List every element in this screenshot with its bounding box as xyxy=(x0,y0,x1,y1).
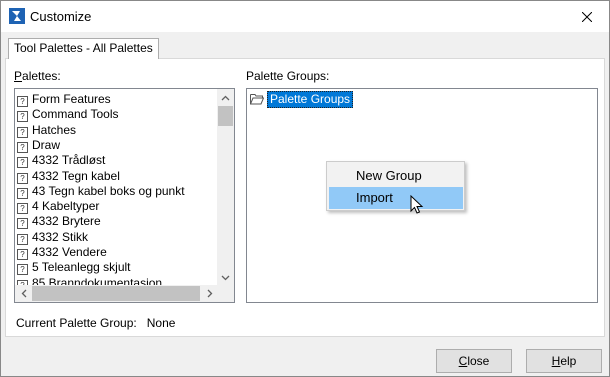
palette-list-item[interactable]: ? Command Tools xyxy=(17,107,119,123)
palette-item-label: 43 Tegn kabel boks og punkt xyxy=(32,183,185,198)
palette-list-item[interactable]: ? 4332 Stikk xyxy=(17,230,88,245)
palette-item-icon: ? xyxy=(17,233,28,245)
palette-list-item[interactable]: ? 4332 Tegn kabel xyxy=(17,169,120,184)
palette-item-label: 4332 Tegn kabel xyxy=(32,168,120,183)
palette-groups-label: Palette Groups: xyxy=(246,69,330,83)
window-close-button[interactable] xyxy=(565,1,609,32)
palette-item-label: 4 Kabeltyper xyxy=(32,199,100,214)
palette-list-item[interactable]: ? 43 Tegn kabel boks og punkt xyxy=(17,184,185,199)
scroll-up-button[interactable] xyxy=(217,89,234,106)
palette-item-icon: ? xyxy=(17,96,28,107)
palette-item-icon: ? xyxy=(17,111,28,123)
palette-item-icon: ? xyxy=(17,249,28,260)
customize-dialog: Customize Tool Palettes - All Palettes P… xyxy=(0,0,610,377)
palette-item-label: 5 Teleanlegg skjult xyxy=(32,260,131,275)
menu-item-new-group[interactable]: New Group xyxy=(329,165,463,187)
palette-list-item[interactable]: ? Draw xyxy=(17,138,60,153)
menu-item-import[interactable]: Import xyxy=(329,187,463,209)
palette-item-icon: ? xyxy=(17,264,28,276)
title-bar: Customize xyxy=(1,1,609,32)
palette-list-item[interactable]: ? 4332 Brytere xyxy=(17,214,101,230)
tab-all-palettes[interactable]: Tool Palettes - All Palettes xyxy=(8,38,159,59)
palette-item-icon: ? xyxy=(17,126,28,138)
scroll-down-button[interactable] xyxy=(217,269,234,286)
help-button[interactable]: Help xyxy=(526,349,602,373)
palette-item-icon: ? xyxy=(17,218,28,230)
current-palette-group-value: None xyxy=(146,316,176,330)
horizontal-scrollbar[interactable] xyxy=(15,285,218,302)
close-button[interactable]: Close xyxy=(436,349,512,373)
palette-list-item[interactable]: ? 5 Teleanlegg skjult xyxy=(17,260,131,276)
palettes-list: ? Form Features? Command Tools? Hatches? Dra… xyxy=(15,89,218,286)
chevron-up-icon xyxy=(221,95,230,100)
mouse-pointer-icon xyxy=(410,195,424,214)
window-title: Customize xyxy=(30,9,92,24)
open-folder-icon xyxy=(250,94,264,105)
current-palette-group-label: Current Palette Group: xyxy=(16,316,137,330)
palette-list-item[interactable]: ? Form Features xyxy=(17,92,111,107)
palette-item-label: 4332 Stikk xyxy=(32,229,89,244)
palette-list-item[interactable]: ? Hatches xyxy=(17,123,76,138)
palettes-listbox[interactable]: ? Form Features? Command Tools? Hatches? Dra… xyxy=(14,88,235,303)
palette-item-label: 4332 Vendere xyxy=(32,245,107,259)
chevron-down-icon xyxy=(221,275,230,280)
palette-item-label: 4332 Brytere xyxy=(32,214,101,229)
tree-node-label: Palette Groups xyxy=(267,90,354,108)
palette-item-icon: ? xyxy=(17,187,28,199)
scrollbar-corner xyxy=(217,285,234,302)
scroll-left-button[interactable] xyxy=(15,285,32,302)
vertical-scroll-thumb[interactable] xyxy=(218,106,233,126)
palette-item-label: Hatches xyxy=(32,122,77,137)
current-palette-group: Current Palette Group: None xyxy=(16,316,175,330)
palette-item-icon: ? xyxy=(17,157,28,169)
palette-item-icon: ? xyxy=(17,172,28,184)
palette-list-item[interactable]: ? 4 Kabeltyper xyxy=(17,199,100,215)
palette-item-label: Draw xyxy=(32,137,61,152)
close-icon xyxy=(582,11,592,22)
palette-list-item[interactable]: ? 4332 Vendere xyxy=(17,245,107,260)
palette-item-label: Form Features xyxy=(32,92,111,106)
palette-item-label: 4332 Trådløst xyxy=(32,153,106,168)
chevron-right-icon xyxy=(207,289,212,298)
palette-item-icon: ? xyxy=(17,203,28,215)
horizontal-scroll-thumb[interactable] xyxy=(32,286,200,301)
chevron-left-icon xyxy=(21,289,26,298)
palette-item-icon: ? xyxy=(17,141,28,153)
scroll-right-button[interactable] xyxy=(201,285,218,302)
app-logo-icon xyxy=(9,8,25,24)
context-menu: New Group Import xyxy=(326,161,465,211)
palettes-label: Palettes: xyxy=(14,69,61,83)
palette-item-label: Command Tools xyxy=(32,107,119,122)
tree-node-palette-groups[interactable]: Palette Groups xyxy=(250,90,354,108)
palette-list-item[interactable]: ? 4332 Trådløst xyxy=(17,153,106,169)
vertical-scrollbar[interactable] xyxy=(217,89,234,286)
